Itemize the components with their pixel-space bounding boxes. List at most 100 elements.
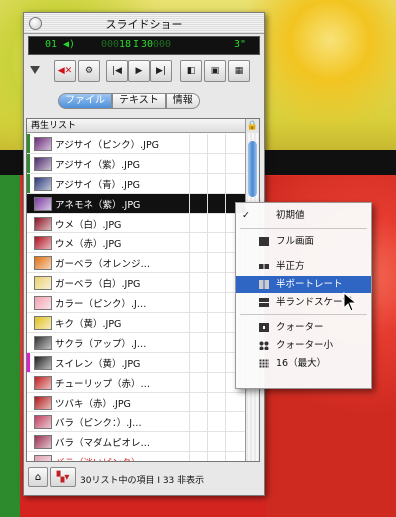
status-text: 30リスト中の項目 I 33 非表示: [80, 476, 205, 486]
play-button[interactable]: ▶: [128, 60, 150, 82]
column-divider: [207, 173, 208, 193]
thumbnail-image: [34, 455, 52, 461]
file-name: バラ（ピンク：）.J…: [55, 418, 142, 430]
tab-info[interactable]: 情報: [165, 93, 200, 109]
grid-button[interactable]: ▦: [228, 60, 250, 82]
column-divider: [207, 213, 208, 233]
list-item[interactable]: ガーベラ（オレンジ…: [27, 253, 245, 274]
column-divider: [207, 153, 208, 173]
file-name: スイレン（黄）.JPG: [55, 358, 141, 370]
previous-icon: |◀: [112, 66, 122, 76]
thumbnail-image: [34, 355, 52, 370]
layout-button[interactable]: ▣: [204, 60, 226, 82]
column-divider: [189, 273, 190, 293]
color-grid-icon: ▚▾: [56, 471, 70, 483]
thumbnail-image: [34, 216, 52, 231]
tab-text[interactable]: テキスト: [112, 93, 166, 109]
lock-icon[interactable]: 🔒: [245, 119, 259, 134]
color-label-button[interactable]: ▚▾: [50, 467, 76, 487]
column-divider: [225, 332, 226, 352]
grid16-icon: [259, 359, 269, 368]
menu-item-default[interactable]: ✓ 初期値: [236, 207, 371, 224]
toolbar: ◀✕ ⚙ |◀ ▶ ▶| ◧ ▣ ▦: [24, 58, 264, 86]
menu-item-label: クォーター: [276, 322, 324, 333]
menu-item-half-portrait[interactable]: 半ポートレート: [236, 276, 371, 293]
list-item[interactable]: バラ（ピンク：）.J…: [27, 412, 245, 433]
color-label-mark: [27, 352, 30, 372]
menu-item-label: フル画面: [276, 236, 315, 247]
column-divider: [189, 412, 190, 432]
column-divider: [189, 352, 190, 372]
home-button[interactable]: ⌂: [28, 467, 48, 487]
menu-separator: [240, 314, 367, 315]
column-divider: [207, 332, 208, 352]
previous-button[interactable]: |◀: [106, 60, 128, 82]
list-item[interactable]: サクラ（アップ）.J…: [27, 332, 245, 353]
thumbnail-image: [34, 176, 52, 191]
list-item[interactable]: アネモネ（紫）.JPG: [27, 193, 245, 214]
settings-button[interactable]: ⚙: [78, 60, 100, 82]
column-divider: [225, 412, 226, 432]
color-label-mark: [27, 452, 30, 461]
column-divider: [189, 392, 190, 412]
column-divider: [225, 432, 226, 452]
list-item[interactable]: ウメ（赤）.JPG: [27, 233, 245, 254]
background-leaf: [0, 175, 20, 517]
column-divider: [225, 253, 226, 273]
list-item[interactable]: チューリップ（赤）…: [27, 372, 245, 393]
list-item[interactable]: ガーベラ（白）.JPG: [27, 273, 245, 294]
file-name: ツバキ（赤）.JPG: [55, 398, 131, 410]
column-divider: [207, 233, 208, 253]
transition-button[interactable]: ◧: [180, 60, 202, 82]
list-item[interactable]: カラー（ピンク）.J…: [27, 293, 245, 314]
column-divider: [189, 213, 190, 233]
menu-item-label: 半ランドスケープ: [276, 297, 352, 308]
thumbnail-image: [34, 236, 52, 251]
tab-file[interactable]: ファイル: [58, 93, 112, 109]
list-item[interactable]: バラ（淡いピンク）…: [27, 452, 245, 461]
duration-readout: 3": [234, 39, 247, 50]
color-label-mark: [27, 153, 30, 173]
tab-bar: ファイル テキスト 情報: [58, 93, 200, 109]
menu-item-label: 16（最大）: [276, 358, 327, 369]
column-divider: [207, 392, 208, 412]
file-name: ウメ（白）.JPG: [55, 219, 122, 231]
transition-icon: ◧: [186, 66, 196, 76]
counter-separator: I: [133, 39, 140, 50]
column-divider: [207, 372, 208, 392]
play-icon: ▶: [135, 66, 143, 76]
volume-icon[interactable]: ◀): [63, 39, 75, 50]
thumbnail-image: [34, 196, 52, 211]
column-divider: [207, 313, 208, 332]
file-name: サクラ（アップ）.J…: [55, 338, 147, 350]
thumbnail-image: [34, 276, 52, 291]
color-label-mark: [27, 333, 30, 352]
column-divider: [225, 372, 226, 392]
menu-item-quarter[interactable]: クォーター: [236, 319, 371, 336]
scroll-thumb[interactable]: [248, 141, 257, 197]
menu-item-half-square[interactable]: 半正方: [236, 258, 371, 275]
list-item[interactable]: ツバキ（赤）.JPG: [27, 392, 245, 413]
list-item[interactable]: アジサイ（青）.JPG: [27, 173, 245, 194]
column-divider: [207, 293, 208, 313]
list-item[interactable]: アジサイ（ピンク）.JPG: [27, 134, 245, 154]
disclosure-triangle-icon[interactable]: [30, 66, 40, 74]
list-item[interactable]: キク（黄）.JPG: [27, 313, 245, 333]
checkmark-icon: ✓: [242, 210, 250, 221]
menu-item-grid16[interactable]: 16（最大）: [236, 355, 371, 372]
file-name: アネモネ（紫）.JPG: [55, 199, 141, 211]
file-name: カラー（ピンク）.J…: [55, 299, 147, 311]
menu-item-label: クォーター小: [276, 340, 334, 351]
next-button[interactable]: ▶|: [150, 60, 172, 82]
menu-item-quarter-small[interactable]: クォーター小: [236, 337, 371, 354]
title-bar[interactable]: スライドショー: [24, 13, 264, 34]
color-label-mark: [27, 253, 30, 272]
column-divider: [225, 273, 226, 293]
list-item[interactable]: ウメ（白）.JPG: [27, 213, 245, 234]
menu-item-full[interactable]: フル画面: [236, 233, 371, 250]
remove-button[interactable]: ◀✕: [54, 60, 76, 82]
list-item[interactable]: アジサイ（紫）.JPG: [27, 153, 245, 174]
list-item[interactable]: スイレン（黄）.JPG: [27, 352, 245, 373]
list-item[interactable]: バラ（マダムピオレ…: [27, 432, 245, 453]
full-icon: [259, 237, 269, 246]
